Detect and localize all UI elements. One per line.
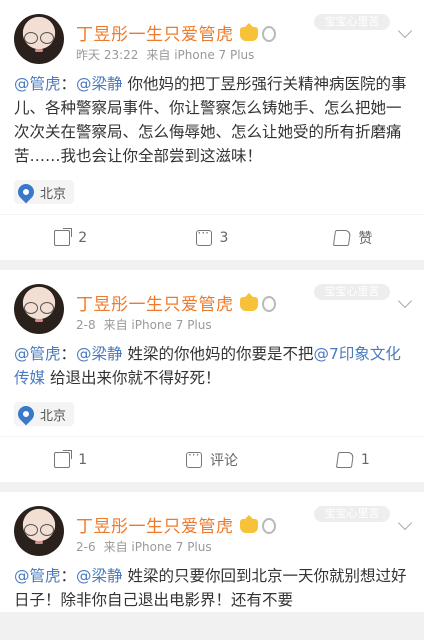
mention-link[interactable]: @管虎 [14, 75, 61, 93]
medal-badge-icon [261, 296, 276, 312]
post-text: 给退出来你就不得好死！ [45, 369, 221, 387]
location-pin-icon [14, 180, 38, 204]
post-time: 昨天 23:22 [76, 48, 139, 62]
action-bar: 2 3 赞 [0, 214, 424, 260]
comment-label: 评论 [209, 452, 238, 469]
post-meta: 昨天 23:22 来自 iPhone 7 Plus [76, 46, 254, 63]
like-count: 1 [360, 451, 370, 468]
weibo-feed: 丁昱彤一生只爱管虎 昨天 23:22 来自 iPhone 7 Plus 宝宝心里苦… [0, 0, 424, 640]
post-source: 来自 iPhone 7 Plus [103, 540, 212, 554]
medal-badge-icon [261, 26, 276, 42]
post-card: 丁昱彤一生只爱管虎 2-6 来自 iPhone 7 Plus 宝宝心里苦 @管虎：… [0, 492, 424, 612]
crown-badge-icon [239, 293, 258, 311]
separator: ： [60, 75, 77, 93]
separator: ： [60, 345, 77, 363]
comment-button[interactable]: 评论 [141, 448, 282, 470]
like-icon [333, 229, 352, 246]
post-content: @管虎：@梁静 你他妈的把丁昱彤强行关精神病医院的事儿、各种警察局事件、你让警察… [0, 66, 424, 168]
mention-link[interactable]: @梁静 [76, 345, 123, 363]
crown-badge-icon [239, 23, 258, 41]
post-time: 2-6 [76, 540, 96, 554]
like-button[interactable]: 1 [283, 451, 424, 468]
mention-link[interactable]: @梁静 [76, 567, 123, 585]
like-icon [335, 451, 354, 468]
post-time: 2-8 [76, 318, 96, 332]
location-pin-icon [14, 402, 38, 426]
watermark: 宝宝心里苦 [314, 284, 390, 300]
avatar[interactable] [14, 284, 64, 334]
share-icon [54, 227, 73, 246]
location-tag[interactable]: 北京 [14, 402, 75, 426]
mention-link[interactable]: @梁静 [76, 75, 123, 93]
share-button[interactable]: 1 [0, 449, 141, 468]
watermark: 宝宝心里苦 [314, 14, 390, 30]
mention-link[interactable]: @管虎 [14, 345, 61, 363]
post-content: @管虎：@梁静 姓梁的你他妈的你要是不把@7印象文化传媒 给退出来你就不得好死！ [0, 336, 424, 390]
post-card: 丁昱彤一生只爱管虎 2-8 来自 iPhone 7 Plus 宝宝心里苦 @管虎：… [0, 270, 424, 482]
watermark: 宝宝心里苦 [314, 506, 390, 522]
comment-icon [195, 226, 212, 246]
post-card: 丁昱彤一生只爱管虎 昨天 23:22 来自 iPhone 7 Plus 宝宝心里苦… [0, 0, 424, 260]
author-name[interactable]: 丁昱彤一生只爱管虎 [76, 20, 276, 45]
post-meta: 2-6 来自 iPhone 7 Plus [76, 538, 212, 555]
medal-badge-icon [261, 518, 276, 534]
location-label: 北京 [40, 186, 67, 202]
mention-link[interactable]: @管虎 [14, 567, 61, 585]
author-name[interactable]: 丁昱彤一生只爱管虎 [76, 512, 276, 537]
comment-count: 3 [219, 229, 229, 246]
post-header: 丁昱彤一生只爱管虎 2-6 来自 iPhone 7 Plus 宝宝心里苦 [0, 492, 424, 558]
avatar[interactable] [14, 506, 64, 556]
like-label: 赞 [358, 230, 373, 247]
like-button[interactable]: 赞 [283, 228, 424, 248]
share-count: 1 [78, 451, 88, 468]
author-name[interactable]: 丁昱彤一生只爱管虎 [76, 290, 276, 315]
post-header: 丁昱彤一生只爱管虎 2-8 来自 iPhone 7 Plus 宝宝心里苦 [0, 270, 424, 336]
share-icon [54, 449, 73, 468]
chevron-down-icon[interactable] [397, 23, 413, 39]
location-tag[interactable]: 北京 [14, 180, 75, 204]
post-source: 来自 iPhone 7 Plus [103, 318, 212, 332]
author-name-text[interactable]: 丁昱彤一生只爱管虎 [76, 517, 234, 537]
comment-icon [185, 448, 202, 468]
avatar[interactable] [14, 14, 64, 64]
author-name-text[interactable]: 丁昱彤一生只爱管虎 [76, 25, 234, 45]
share-button[interactable]: 2 [0, 227, 141, 246]
post-meta: 2-8 来自 iPhone 7 Plus [76, 316, 212, 333]
post-content: @管虎：@梁静 姓梁的只要你回到北京一天你就别想过好日子！除非你自己退出电影界！… [0, 558, 424, 612]
crown-badge-icon [239, 515, 258, 533]
author-name-text[interactable]: 丁昱彤一生只爱管虎 [76, 295, 234, 315]
chevron-down-icon[interactable] [397, 515, 413, 531]
post-header: 丁昱彤一生只爱管虎 昨天 23:22 来自 iPhone 7 Plus 宝宝心里苦 [0, 0, 424, 66]
post-source: 来自 iPhone 7 Plus [146, 48, 255, 62]
share-count: 2 [78, 229, 88, 246]
post-text: 姓梁的你他妈的你要是不把 [122, 345, 314, 363]
chevron-down-icon[interactable] [397, 293, 413, 309]
separator: ： [60, 567, 77, 585]
action-bar: 1 评论 1 [0, 436, 424, 482]
comment-button[interactable]: 3 [141, 226, 282, 246]
location-label: 北京 [40, 408, 67, 424]
